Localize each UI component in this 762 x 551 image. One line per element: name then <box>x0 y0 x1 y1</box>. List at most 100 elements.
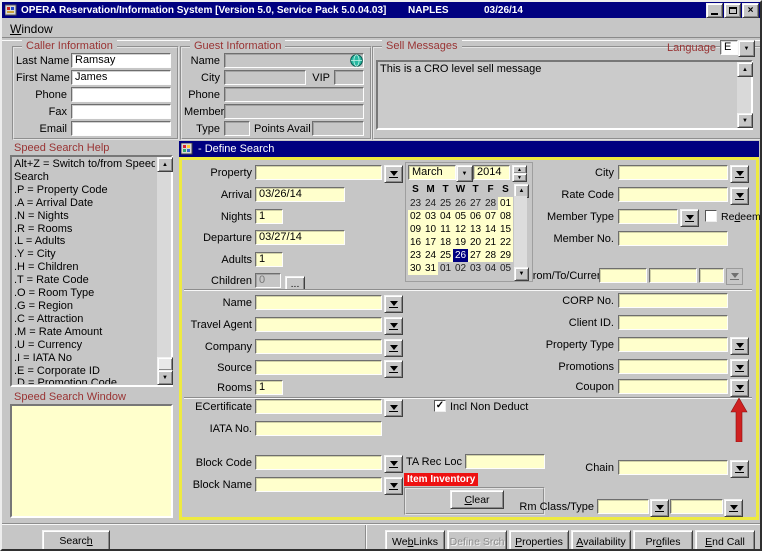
adults-field[interactable]: 1 <box>255 252 283 267</box>
window-menu[interactable]: Window <box>10 22 53 36</box>
calendar-day[interactable]: 26 <box>453 197 468 210</box>
member-type-field[interactable] <box>618 209 678 224</box>
search-button[interactable]: Search <box>42 530 110 551</box>
email-field[interactable] <box>71 121 171 136</box>
calendar-day[interactable]: 13 <box>468 223 483 236</box>
calendar-day[interactable]: 06 <box>468 210 483 223</box>
availability-button[interactable]: Availability <box>571 530 631 551</box>
maximize-button[interactable] <box>724 3 741 18</box>
calendar-day[interactable]: 28 <box>483 249 498 262</box>
sell-scrollbar[interactable]: ▲ ▼ <box>737 62 751 128</box>
fax-field[interactable] <box>71 104 171 119</box>
calendar-day[interactable]: 29 <box>498 249 513 262</box>
promotions-lov-button[interactable] <box>730 359 749 377</box>
calendar-day[interactable]: 20 <box>468 236 483 249</box>
calendar-day[interactable]: 11 <box>438 223 453 236</box>
language-field[interactable]: E <box>720 40 738 55</box>
calendar-day[interactable]: 31 <box>423 262 438 275</box>
arrival-field[interactable]: 03/26/14 <box>255 187 345 202</box>
speed-search-window-area[interactable] <box>10 404 173 518</box>
calendar-day[interactable]: 04 <box>438 210 453 223</box>
travel-agent-lov-button[interactable] <box>384 317 403 335</box>
calendar-day[interactable]: 09 <box>408 223 423 236</box>
calendar-month-field[interactable]: March <box>408 165 456 180</box>
name-lov-button[interactable] <box>384 295 403 313</box>
year-down-icon[interactable]: ▼ <box>512 173 527 182</box>
properties-button[interactable]: Properties <box>509 530 569 551</box>
city-field[interactable] <box>618 165 728 180</box>
calendar-day[interactable]: 12 <box>453 223 468 236</box>
scroll-up-icon[interactable]: ▲ <box>737 62 753 77</box>
block-name-field[interactable] <box>255 477 382 492</box>
chain-lov-button[interactable] <box>730 460 749 478</box>
calendar-day[interactable]: 18 <box>438 236 453 249</box>
calendar-day[interactable]: 22 <box>498 236 513 249</box>
rooms-field[interactable]: 1 <box>255 380 283 395</box>
source-field[interactable] <box>255 360 382 375</box>
calendar-day[interactable]: 10 <box>423 223 438 236</box>
calendar-day[interactable]: 25 <box>438 249 453 262</box>
rate-to-field[interactable] <box>649 268 697 283</box>
nights-field[interactable]: 1 <box>255 209 283 224</box>
calendar-day[interactable]: 14 <box>483 223 498 236</box>
scroll-up-icon[interactable]: ▲ <box>157 157 173 172</box>
calendar-day[interactable]: 26 <box>453 249 468 262</box>
minimize-button[interactable] <box>706 3 723 18</box>
rate-from-field[interactable] <box>599 268 647 283</box>
coupon-lov-button[interactable] <box>730 379 749 397</box>
redeem-award-checkbox[interactable] <box>705 210 717 222</box>
calendar-day[interactable]: 24 <box>423 249 438 262</box>
calendar-year-field[interactable]: 2014 <box>473 165 510 180</box>
calendar-day[interactable]: 04 <box>483 262 498 275</box>
scroll-down-icon[interactable]: ▼ <box>737 113 753 128</box>
calendar-day[interactable]: 30 <box>408 262 423 275</box>
ecertificate-field[interactable] <box>255 399 382 414</box>
scroll-down-icon[interactable]: ▼ <box>157 370 173 385</box>
rate-code-field[interactable] <box>618 187 728 202</box>
language-dropdown-button[interactable]: ▼ <box>738 40 755 57</box>
ecertificate-lov-button[interactable] <box>384 399 403 417</box>
name-field[interactable] <box>255 295 382 310</box>
property-field[interactable] <box>255 165 382 180</box>
calendar-day[interactable]: 03 <box>468 262 483 275</box>
calendar-day[interactable]: 21 <box>483 236 498 249</box>
profiles-button[interactable]: Profiles <box>633 530 693 551</box>
property-lov-button[interactable] <box>384 165 403 183</box>
currency-field[interactable] <box>699 268 724 283</box>
calendar-day[interactable]: 15 <box>498 223 513 236</box>
month-dropdown-button[interactable]: ▼ <box>456 165 473 182</box>
calendar-day[interactable]: 23 <box>408 249 423 262</box>
calendar-day[interactable]: 24 <box>423 197 438 210</box>
calendar-day[interactable]: 08 <box>498 210 513 223</box>
rm-class-lov-button[interactable] <box>650 499 669 517</box>
end-call-button[interactable]: End Call <box>695 530 755 551</box>
chain-field[interactable] <box>618 460 728 475</box>
rm-class-field[interactable] <box>597 499 649 514</box>
calendar-day[interactable]: 01 <box>438 262 453 275</box>
calendar-day[interactable]: 07 <box>483 210 498 223</box>
close-button[interactable]: × <box>742 3 759 18</box>
promotions-field[interactable] <box>618 359 728 374</box>
calendar-day[interactable]: 17 <box>423 236 438 249</box>
caller-phone-field[interactable] <box>71 87 171 102</box>
calendar-day[interactable]: 27 <box>468 249 483 262</box>
city-lov-button[interactable] <box>730 165 749 183</box>
calendar-day[interactable]: 23 <box>408 197 423 210</box>
company-lov-button[interactable] <box>384 339 403 357</box>
calendar-day[interactable]: 03 <box>423 210 438 223</box>
source-lov-button[interactable] <box>384 360 403 378</box>
block-name-lov-button[interactable] <box>384 477 403 495</box>
incl-non-deduct-checkbox[interactable]: ✓ <box>434 400 446 412</box>
client-id-field[interactable] <box>618 315 728 330</box>
calendar-day[interactable]: 28 <box>483 197 498 210</box>
travel-agent-field[interactable] <box>255 317 382 332</box>
corp-no-field[interactable] <box>618 293 728 308</box>
last-name-field[interactable]: Ramsay <box>71 53 171 68</box>
calendar-day[interactable]: 19 <box>453 236 468 249</box>
calendar-day[interactable]: 05 <box>498 262 513 275</box>
globe-icon[interactable] <box>350 54 363 67</box>
rm-type-field[interactable] <box>670 499 723 514</box>
calendar-day[interactable]: 16 <box>408 236 423 249</box>
calendar-day[interactable]: 25 <box>438 197 453 210</box>
coupon-field[interactable] <box>618 379 728 394</box>
